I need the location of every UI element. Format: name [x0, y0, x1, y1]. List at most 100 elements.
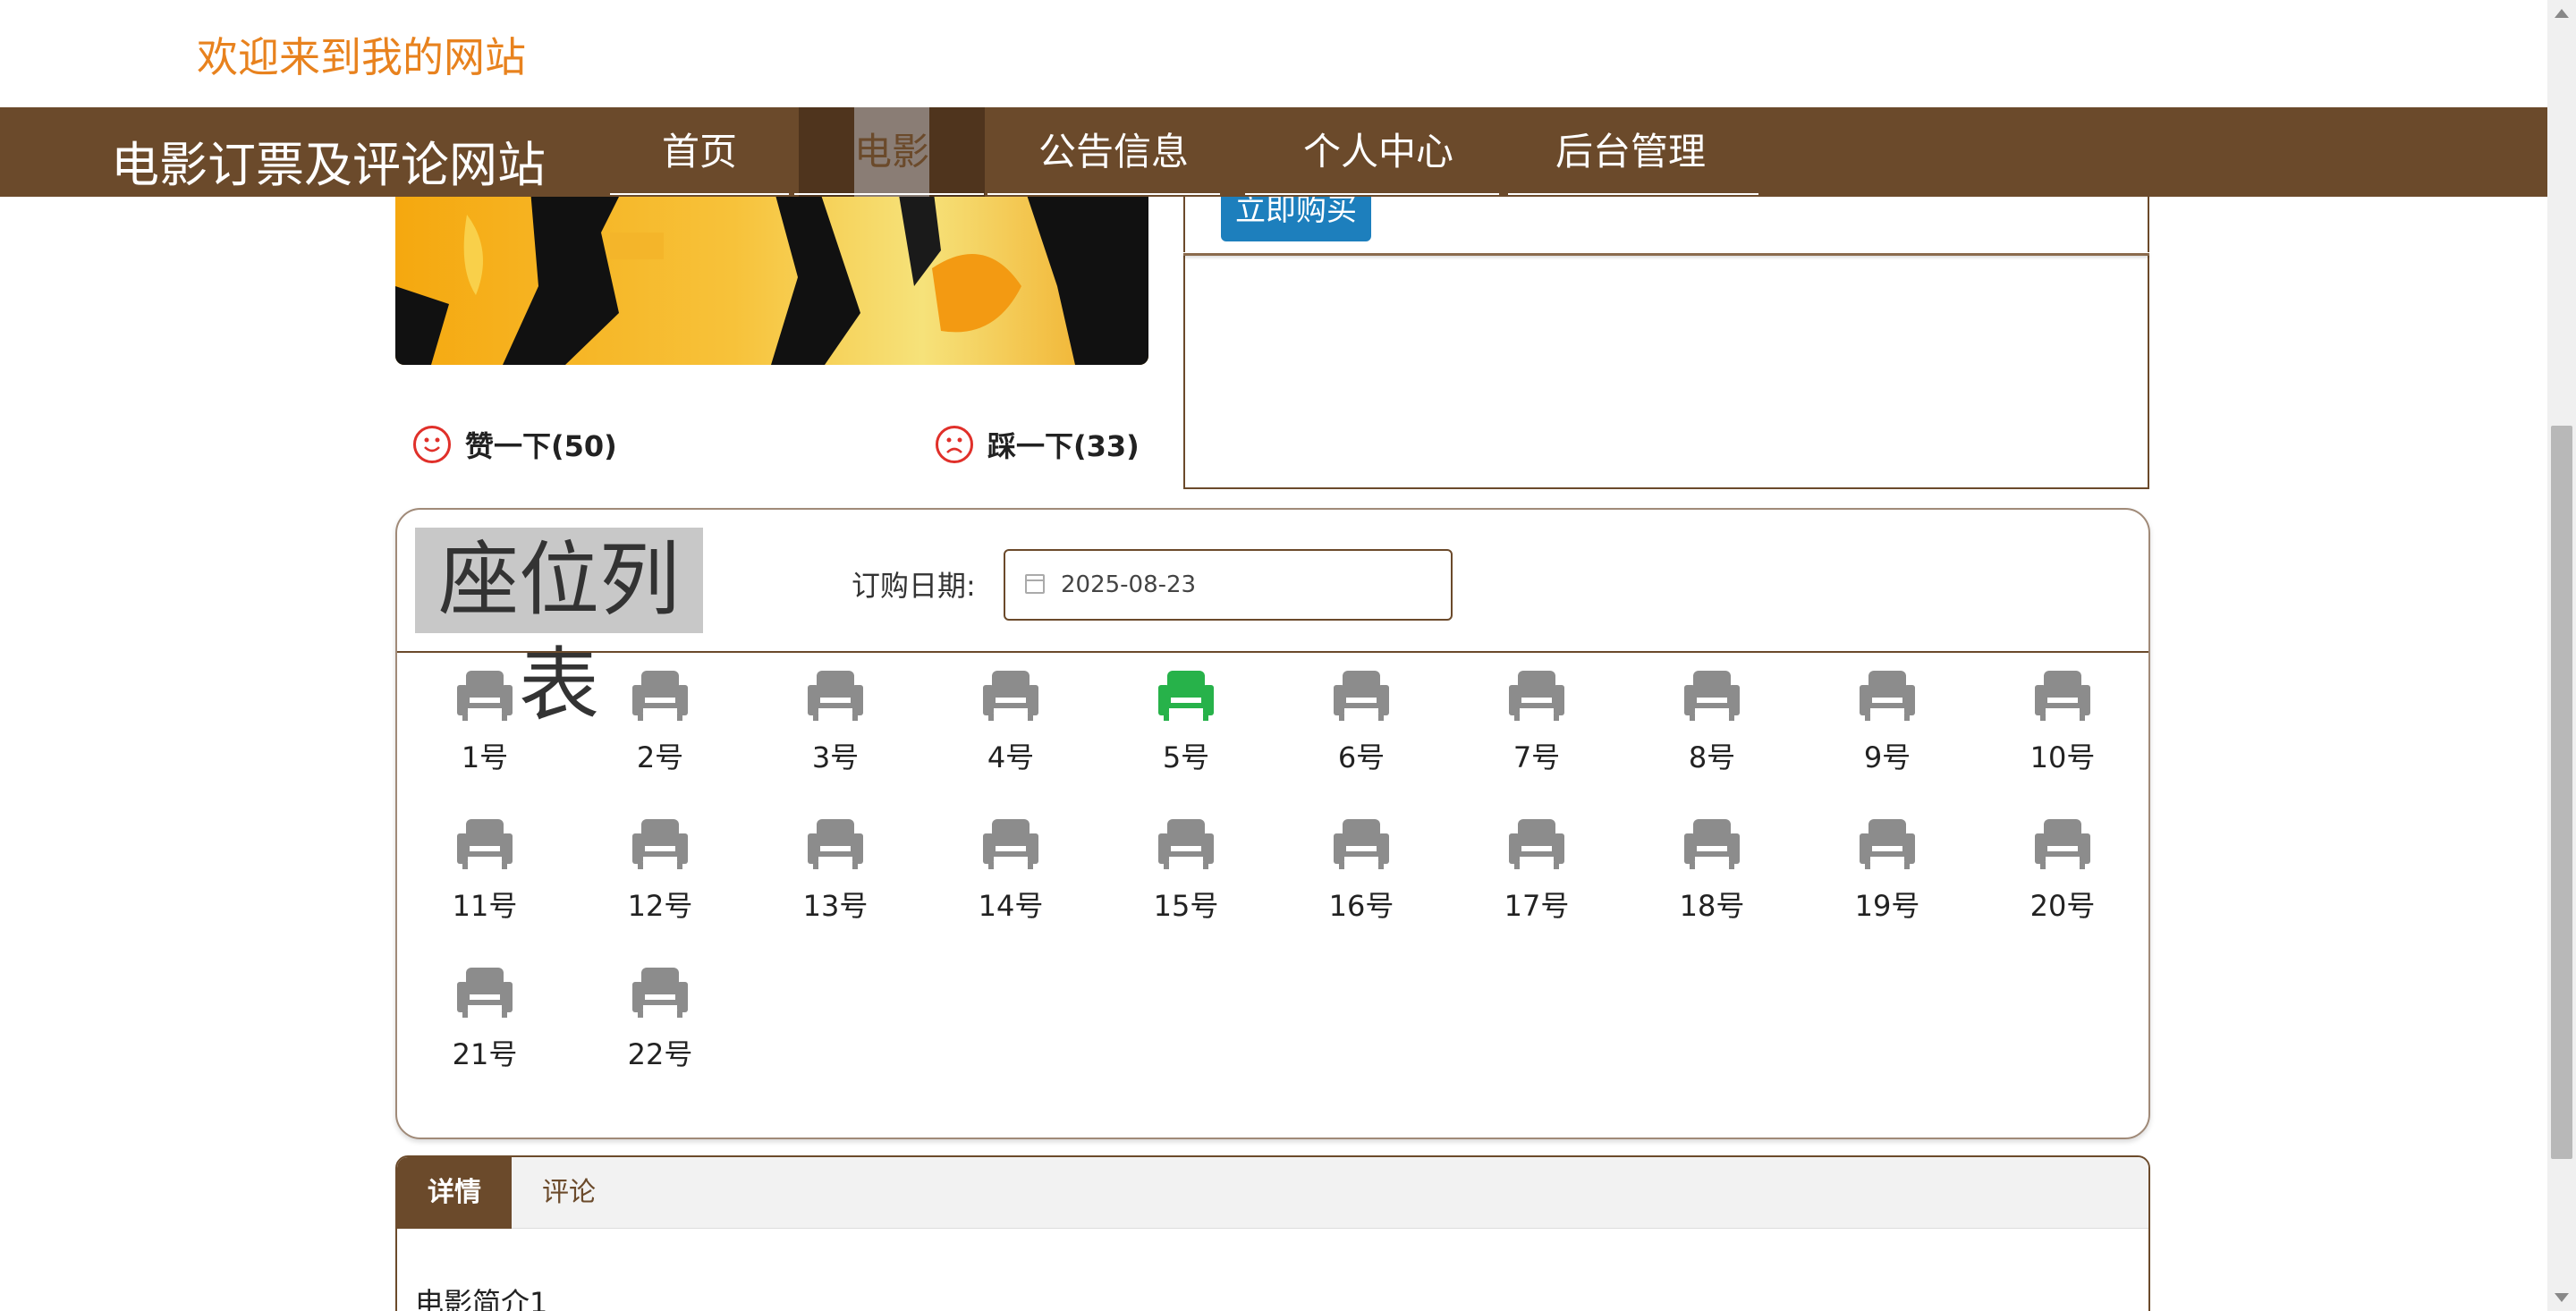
seat-label: 16号	[1328, 889, 1394, 923]
seat-12[interactable]: 12号	[572, 817, 748, 925]
armchair-icon	[1860, 817, 1915, 869]
seat-label: 1号	[461, 740, 509, 774]
poster-image	[395, 179, 1148, 365]
seat-label: 12号	[627, 889, 693, 923]
seat-9[interactable]: 9号	[1800, 669, 1975, 776]
nav-underline-profile	[1245, 193, 1499, 195]
armchair-icon	[1334, 669, 1389, 721]
booking-date-input[interactable]	[1004, 549, 1453, 621]
seat-label: 22号	[627, 1037, 693, 1071]
seat-label: 20号	[2029, 889, 2096, 923]
armchair-icon	[2035, 669, 2090, 721]
nav-item-profile[interactable]: 个人中心	[1284, 107, 1472, 197]
page-scrollbar[interactable]	[2547, 0, 2576, 1311]
seat-20[interactable]: 20号	[1975, 817, 2150, 925]
tabs-bar: 详情 评论	[397, 1157, 2148, 1229]
seat-15[interactable]: 15号	[1098, 817, 1274, 925]
seat-1[interactable]: 1号	[397, 669, 572, 776]
armchair-icon	[1509, 817, 1564, 869]
seat-list-title: 座位列表	[415, 528, 703, 732]
seat-label: 7号	[1513, 740, 1561, 774]
armchair-icon	[983, 669, 1038, 721]
armchair-icon	[1509, 669, 1564, 721]
seat-label: 14号	[978, 889, 1044, 923]
seat-13[interactable]: 13号	[748, 817, 923, 925]
seat-label: 11号	[452, 889, 518, 923]
seat-label: 17号	[1504, 889, 1570, 923]
seat-label: 15号	[1153, 889, 1219, 923]
like-button[interactable]: 赞一下(50)	[413, 424, 617, 465]
seat-3[interactable]: 3号	[748, 669, 923, 776]
tab-details[interactable]: 详情	[397, 1157, 512, 1229]
seat-16[interactable]: 16号	[1274, 817, 1449, 925]
site-title[interactable]: 电影订票及评论网站	[111, 125, 546, 196]
armchair-icon	[632, 669, 688, 721]
dislike-label: 踩一下(33)	[987, 429, 1140, 463]
top-header: 欢迎来到我的网站	[0, 0, 2547, 107]
armchair-icon	[2035, 817, 2090, 869]
seat-2[interactable]: 2号	[572, 669, 748, 776]
armchair-icon	[457, 817, 513, 869]
armchair-icon	[1684, 817, 1740, 869]
movie-poster	[395, 179, 1148, 365]
armchair-icon	[457, 966, 513, 1018]
seat-14[interactable]: 14号	[923, 817, 1098, 925]
smile-icon	[413, 426, 451, 463]
seat-list-card: 座位列表 订购日期: 1号 2号 3号 4号 5号 6号 7号 8号 9号 10号 11号 12号 13…	[395, 508, 2150, 1139]
seat-label: 2号	[636, 740, 684, 774]
seat-8[interactable]: 8号	[1624, 669, 1800, 776]
seat-label: 4号	[987, 740, 1035, 774]
seat-grid: 1号 2号 3号 4号 5号 6号 7号 8号 9号 10号 11号 12号 13号 14号 15号 16号 1…	[397, 669, 2148, 1073]
armchair-icon	[1158, 817, 1214, 869]
dislike-button[interactable]: 踩一下(33)	[936, 424, 1140, 465]
scroll-down-arrow-icon[interactable]	[2555, 1293, 2569, 1302]
seat-6[interactable]: 6号	[1274, 669, 1449, 776]
armchair-icon	[1684, 669, 1740, 721]
tab-comments[interactable]: 评论	[512, 1157, 626, 1229]
seat-21[interactable]: 21号	[397, 966, 572, 1073]
nav-item-announcements[interactable]: 公告信息	[1020, 107, 1208, 197]
welcome-text: 欢迎来到我的网站	[197, 33, 526, 81]
armchair-icon	[1860, 669, 1915, 721]
seat-18[interactable]: 18号	[1624, 817, 1800, 925]
seat-label: 8号	[1688, 740, 1736, 774]
seat-label: 21号	[452, 1037, 518, 1071]
movie-intro-text: 电影简介1	[415, 1286, 548, 1311]
like-label: 赞一下(50)	[465, 429, 617, 463]
seat-label: 3号	[811, 740, 860, 774]
date-label: 订购日期:	[852, 569, 976, 603]
nav-underline-admin	[1508, 193, 1758, 195]
nav-underline-home	[610, 193, 789, 195]
seat-19[interactable]: 19号	[1800, 817, 1975, 925]
scrollbar-thumb[interactable]	[2551, 426, 2572, 1159]
seat-5[interactable]: 5号	[1098, 669, 1274, 776]
nav-underline-announcements	[987, 193, 1220, 195]
nav-item-admin[interactable]: 后台管理	[1537, 107, 1724, 197]
seat-4[interactable]: 4号	[923, 669, 1098, 776]
seat-7[interactable]: 7号	[1449, 669, 1624, 776]
seat-11[interactable]: 11号	[397, 817, 572, 925]
detail-tabs-card: 详情 评论 电影简介1	[395, 1155, 2150, 1311]
nav-item-home[interactable]: 首页	[626, 107, 773, 197]
seat-label: 10号	[2029, 740, 2096, 774]
seat-label: 19号	[1854, 889, 1920, 923]
armchair-icon	[632, 966, 688, 1018]
seat-label: 18号	[1679, 889, 1745, 923]
nav-underline-movies	[794, 193, 984, 195]
armchair-icon	[983, 817, 1038, 869]
main-navbar: 电影订票及评论网站 首页 电影 公告信息 个人中心 后台管理	[0, 107, 2547, 197]
seat-label: 13号	[802, 889, 869, 923]
nav-item-movies[interactable]: 电影	[799, 107, 985, 197]
seat-label: 5号	[1162, 740, 1210, 774]
armchair-icon	[457, 669, 513, 721]
armchair-icon	[1158, 669, 1214, 721]
armchair-icon	[808, 817, 863, 869]
seat-10[interactable]: 10号	[1975, 669, 2150, 776]
seat-22[interactable]: 22号	[572, 966, 748, 1073]
seat-17[interactable]: 17号	[1449, 817, 1624, 925]
info-divider	[1183, 252, 2149, 256]
armchair-icon	[808, 669, 863, 721]
scroll-up-arrow-icon[interactable]	[2555, 9, 2569, 18]
armchair-icon	[1334, 817, 1389, 869]
seat-label: 6号	[1337, 740, 1385, 774]
